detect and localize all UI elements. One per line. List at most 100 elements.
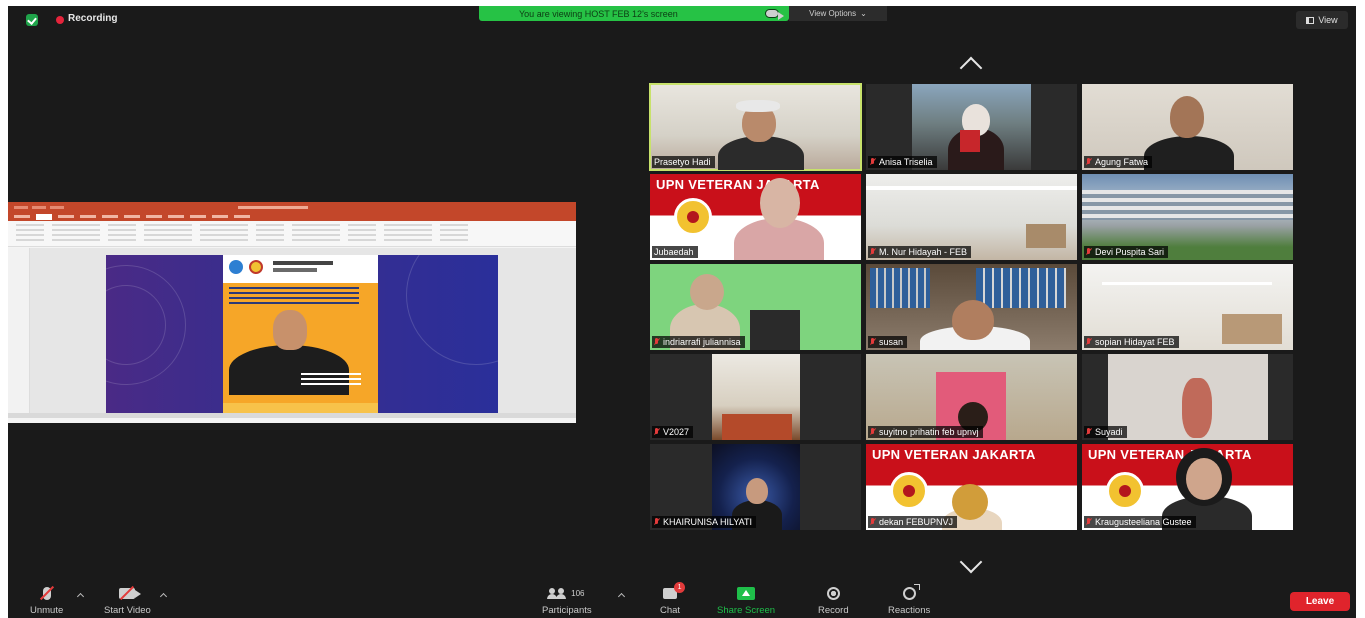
- view-label: View: [1318, 15, 1338, 25]
- participant-name-label: Anisa Triselia: [868, 156, 937, 168]
- view-options-label: View Options: [809, 9, 857, 18]
- video-tile-devi-puspita-sari[interactable]: Devi Puspita Sari: [1082, 174, 1293, 260]
- gallery-page-up-icon[interactable]: [959, 56, 983, 80]
- participant-name-label: Suyadi: [1084, 426, 1127, 438]
- video-tile-kraugusteeliana-gustee[interactable]: UPN VETERAN JAKARTA Kraugusteeliana Gust…: [1082, 444, 1293, 530]
- ministry-logo-icon: [229, 260, 243, 274]
- security-shield-icon[interactable]: [26, 14, 38, 26]
- muted-mic-icon: [870, 338, 876, 346]
- powerpoint-ribbon-tabs: [8, 212, 576, 221]
- video-tile-dekan-febupnvj[interactable]: UPN VETERAN JAKARTA dekan FEBUPNVJ: [866, 444, 1077, 530]
- shared-screen[interactable]: [8, 202, 576, 423]
- viewing-banner-text: You are viewing HOST FEB 12's screen: [519, 8, 678, 19]
- audio-options-chevron-icon[interactable]: [76, 592, 85, 601]
- participants-options-chevron-icon[interactable]: [617, 592, 626, 601]
- muted-mic-icon: [1086, 158, 1092, 166]
- chat-button[interactable]: 1 Chat: [660, 581, 686, 616]
- muted-mic-icon: [654, 428, 660, 436]
- muted-mic-icon: [654, 338, 660, 346]
- powerpoint-title-bar: [8, 202, 576, 212]
- participant-name-label: Kraugusteeliana Gustee: [1084, 516, 1196, 528]
- unmute-button[interactable]: Unmute: [30, 585, 63, 616]
- view-button[interactable]: View: [1296, 11, 1348, 29]
- upn-banner-text: UPN VETERAN JAKARTA: [872, 447, 1036, 462]
- video-tile-agung-fatwa[interactable]: Agung Fatwa: [1082, 84, 1293, 170]
- share-screen-button[interactable]: Share Screen: [717, 585, 775, 616]
- reactions-smiley-icon: [902, 583, 920, 600]
- reactions-button[interactable]: Reactions: [888, 583, 931, 616]
- video-tile-susan[interactable]: susan: [866, 264, 1077, 350]
- powerpoint-ribbon: [8, 221, 576, 247]
- university-logo-icon: [249, 260, 263, 274]
- participant-name-label: Agung Fatwa: [1084, 156, 1153, 168]
- gallery-page-down-icon[interactable]: [959, 550, 983, 574]
- chat-unread-badge: 1: [674, 581, 686, 593]
- participants-button[interactable]: 106 Participants: [542, 585, 592, 616]
- view-options-button[interactable]: View Options ⌄: [789, 6, 887, 21]
- powerpoint-status-bar: [8, 413, 576, 418]
- upn-logo-icon: [674, 198, 712, 236]
- video-gallery: Prasetyo Hadi Anisa Triselia Agung Fatwa…: [649, 83, 1294, 532]
- video-tile-suyitno-prihatin[interactable]: suyitno prihatin feb upnvj: [866, 354, 1077, 440]
- video-tile-sopian-hidayat[interactable]: sopian Hidayat FEB: [1082, 264, 1293, 350]
- muted-mic-icon: [1086, 338, 1092, 346]
- muted-mic-icon: [870, 158, 876, 166]
- participants-count: 106: [571, 588, 585, 598]
- muted-mic-icon: [1086, 428, 1092, 436]
- powerpoint-workspace: [8, 248, 576, 418]
- record-icon: [826, 586, 840, 600]
- participant-name-label: V2027: [652, 426, 694, 438]
- chat-icon: 1: [663, 581, 686, 599]
- participant-name-label: Devi Puspita Sari: [1084, 246, 1169, 258]
- slide-poster-image: [223, 255, 378, 415]
- meeting-toolbar: Unmute Start Video 106 Participants 1 Ch…: [8, 581, 1356, 618]
- participant-name-label: KHAIRUNISA HILYATI: [652, 516, 757, 528]
- participant-name-label: Prasetyo Hadi: [652, 156, 715, 168]
- presentation-slide: [106, 255, 498, 415]
- share-screen-label: Share Screen: [717, 605, 776, 616]
- video-options-chevron-icon[interactable]: [159, 592, 168, 601]
- leave-button[interactable]: Leave: [1290, 592, 1350, 611]
- video-tile-khairunisa-hilyati[interactable]: KHAIRUNISA HILYATI: [650, 444, 861, 530]
- participant-name-label: sopian Hidayat FEB: [1084, 336, 1179, 348]
- start-video-button[interactable]: Start Video: [104, 585, 151, 616]
- recording-label: Recording: [68, 13, 118, 24]
- zoom-meeting-window: Recording You are viewing HOST FEB 12's …: [8, 6, 1356, 618]
- participant-name-label: dekan FEBUPNVJ: [868, 516, 958, 528]
- chevron-down-icon: ⌄: [860, 9, 867, 18]
- participant-name-label: M. Nur Hidayah - FEB: [868, 246, 972, 258]
- cloud-icon: [765, 9, 784, 20]
- participant-name-label: Jubaedah: [652, 246, 698, 258]
- video-tile-anisa-triselia[interactable]: Anisa Triselia: [866, 84, 1077, 170]
- muted-mic-icon: [654, 518, 660, 526]
- record-label: Record: [818, 605, 849, 616]
- participant-name-label: susan: [868, 336, 908, 348]
- participant-name-label: indriarrafi juliannisa: [652, 336, 745, 348]
- share-screen-icon: [737, 586, 756, 600]
- muted-mic-icon: [870, 428, 876, 436]
- gallery-view-icon: [1306, 16, 1315, 24]
- participants-icon: [547, 588, 567, 599]
- reactions-label: Reactions: [888, 605, 931, 616]
- video-tile-jubaedah[interactable]: UPN VETERAN JAKARTA Jubaedah: [650, 174, 861, 260]
- slide-thumbnail-pane: [8, 248, 30, 418]
- record-button[interactable]: Record: [818, 585, 849, 616]
- muted-mic-icon: [870, 518, 876, 526]
- participants-label: Participants: [542, 605, 592, 616]
- unmute-label: Unmute: [30, 605, 64, 616]
- recording-dot-icon: [56, 16, 64, 24]
- video-tile-m-nur-hidayah[interactable]: M. Nur Hidayah - FEB: [866, 174, 1077, 260]
- muted-mic-icon: [1086, 518, 1092, 526]
- muted-mic-icon: [1086, 248, 1092, 256]
- video-tile-suyadi[interactable]: Suyadi: [1082, 354, 1293, 440]
- muted-mic-icon: [870, 248, 876, 256]
- video-tile-prasetyo-hadi[interactable]: Prasetyo Hadi: [649, 83, 862, 171]
- start-video-label: Start Video: [104, 605, 151, 616]
- participant-name-label: suyitno prihatin feb upnvj: [868, 426, 983, 438]
- upn-logo-icon: [890, 472, 928, 510]
- video-tile-indriarrafi-juliannisa[interactable]: indriarrafi juliannisa: [650, 264, 861, 350]
- upn-logo-icon: [1106, 472, 1144, 510]
- video-tile-v2027[interactable]: V2027: [650, 354, 861, 440]
- chat-label: Chat: [660, 605, 681, 616]
- viewing-banner: You are viewing HOST FEB 12's screen: [479, 6, 789, 21]
